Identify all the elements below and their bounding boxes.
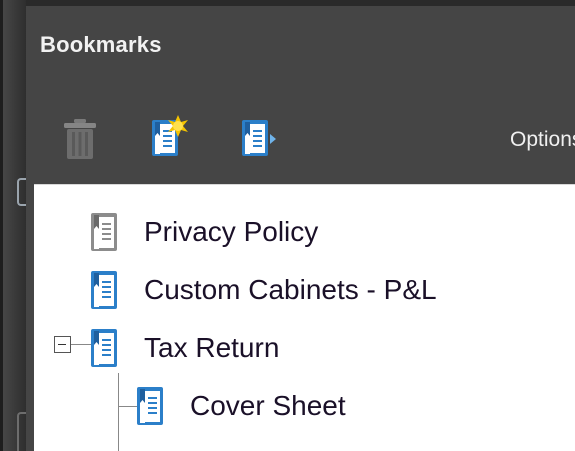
new-bookmark-icon: [152, 115, 188, 156]
options-menu-button[interactable]: Options: [510, 128, 575, 152]
bookmark-item-privacy-policy[interactable]: Privacy Policy: [90, 203, 318, 261]
expand-current-bookmark-button[interactable]: [238, 114, 282, 162]
bookmark-label: Privacy Policy: [144, 216, 319, 247]
bookmark-label: Custom Cabinets - P&L: [144, 274, 437, 305]
bookmark-tree: Privacy Policy Custom Cabinets - P&L Tax…: [34, 184, 575, 451]
bookmark-arrow-icon: [242, 120, 276, 156]
bookmark-gray-icon: [91, 213, 117, 251]
bookmark-icon: [91, 329, 117, 367]
collapse-toggle[interactable]: [54, 336, 71, 353]
navigation-strip: [0, 0, 28, 451]
trash-icon: [64, 119, 96, 159]
bookmark-item-custom-cabinets[interactable]: Custom Cabinets - P&L: [90, 261, 437, 319]
tree-connector: [118, 406, 138, 407]
new-bookmark-button[interactable]: [148, 114, 192, 162]
bookmark-label: Cover Sheet: [190, 390, 346, 421]
bookmark-item-tax-return[interactable]: Tax Return: [90, 319, 279, 377]
bookmark-item-cover-sheet[interactable]: Cover Sheet: [136, 377, 346, 435]
bookmark-label: Tax Return: [144, 332, 280, 363]
bookmarks-window: Bookmarks Option Privacy Policy Custom C…: [0, 0, 575, 451]
tree-connector: [118, 373, 119, 451]
bookmark-icon: [137, 387, 163, 425]
bookmarks-toolbar: Options: [26, 114, 575, 166]
strip-divider: [0, 0, 3, 451]
delete-bookmark-button[interactable]: [58, 114, 102, 162]
panel-title: Bookmarks: [40, 32, 162, 57]
tree-connector: [71, 344, 91, 345]
bookmark-icon: [91, 271, 117, 309]
